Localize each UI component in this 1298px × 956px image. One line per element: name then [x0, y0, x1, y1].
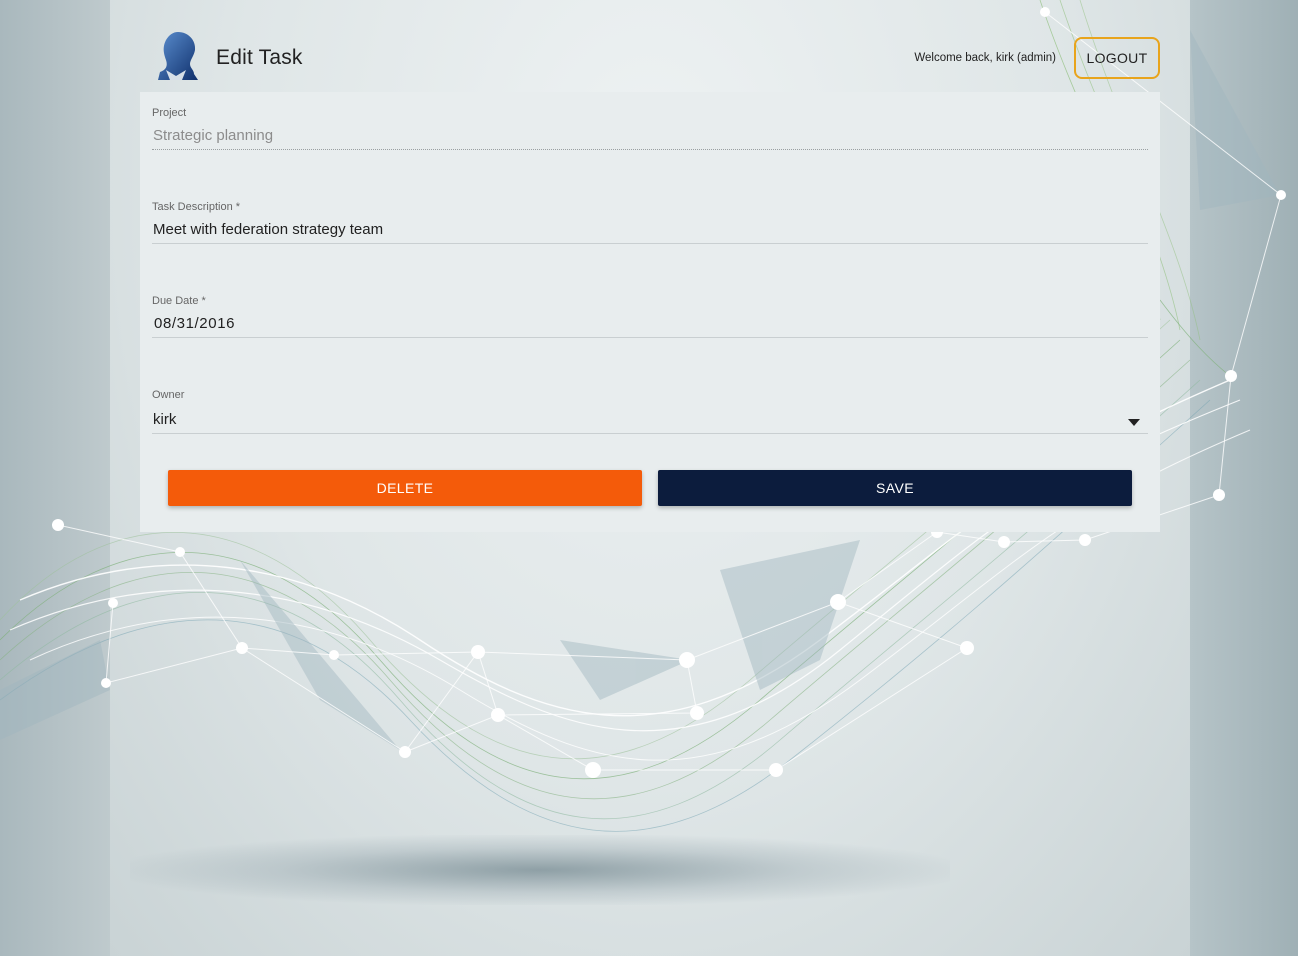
- save-button[interactable]: SAVE: [658, 470, 1132, 506]
- owner-underline: [152, 433, 1148, 434]
- due-date-field[interactable]: Due Date * 08/31/2016: [152, 295, 1148, 338]
- dropdown-arrow-icon[interactable]: [1128, 419, 1140, 426]
- project-value: Strategic planning: [153, 127, 274, 144]
- edit-task-form: Project Strategic planning Task Descript…: [140, 92, 1160, 532]
- owner-selected-value[interactable]: kirk: [152, 411, 1148, 433]
- welcome-message: Welcome back, kirk (admin): [914, 52, 1056, 64]
- app-header: Edit Task Welcome back, kirk (admin) LOG…: [152, 28, 1162, 88]
- task-description-underline: [152, 243, 1148, 244]
- logout-button[interactable]: LOGOUT: [1074, 37, 1160, 79]
- due-date-label: Due Date *: [152, 295, 206, 307]
- due-date-input[interactable]: 08/31/2016: [152, 315, 1148, 337]
- task-description-input[interactable]: Meet with federation strategy team: [152, 221, 1148, 243]
- owner-select[interactable]: Owner kirk: [152, 389, 1148, 434]
- delete-button[interactable]: DELETE: [168, 470, 642, 506]
- project-field: Project Strategic planning: [152, 107, 1148, 150]
- task-description-field[interactable]: Task Description * Meet with federation …: [152, 201, 1148, 244]
- task-description-label: Task Description *: [152, 201, 241, 213]
- project-label: Project: [152, 107, 187, 119]
- profile-logo-icon: [158, 32, 198, 80]
- project-underline: [152, 149, 1148, 150]
- owner-label: Owner: [152, 389, 185, 401]
- due-date-underline: [152, 337, 1148, 338]
- page-title: Edit Task: [216, 46, 303, 69]
